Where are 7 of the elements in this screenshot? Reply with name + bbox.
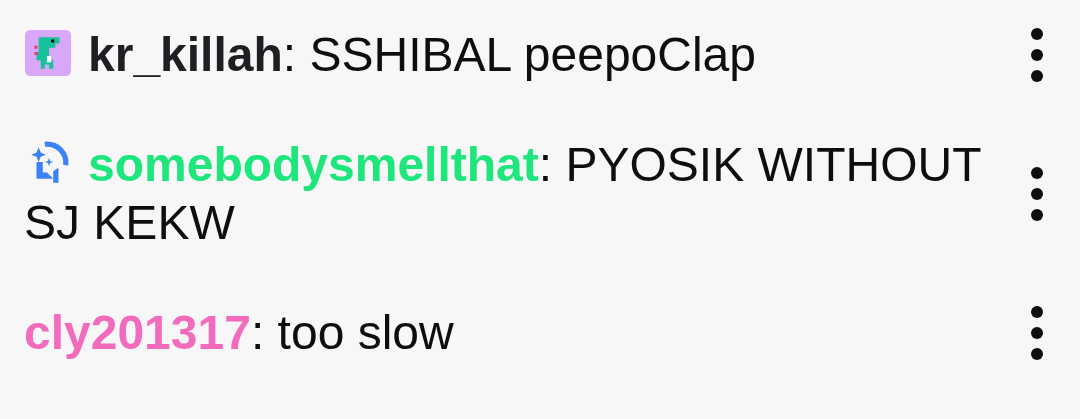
more-icon[interactable] [1030, 166, 1044, 222]
dinosaur-badge-icon [24, 29, 72, 77]
chat-message: kr_killah: SSHIBAL peepoClap [24, 26, 1014, 84]
chat-message: cly201317: too slow [24, 305, 455, 361]
chat-message: somebodysmellthat: PYOSIK WITHOUT SJ KEKW [24, 137, 982, 251]
more-icon[interactable] [1030, 27, 1044, 83]
more-icon[interactable] [1030, 305, 1044, 361]
